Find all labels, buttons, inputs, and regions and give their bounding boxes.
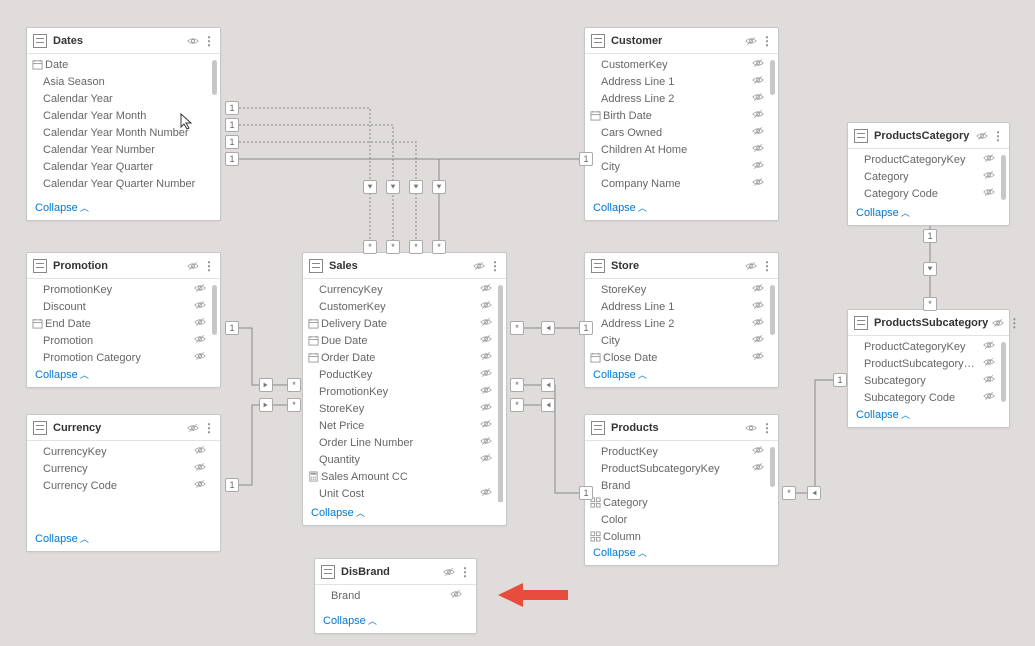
cardinality-marker: 1 <box>225 478 239 492</box>
cardinality-marker: 1 <box>225 152 239 166</box>
cardinality-marker: * <box>409 240 423 254</box>
cardinality-marker: 1 <box>579 152 593 166</box>
filter-direction-marker <box>541 398 555 412</box>
cardinality-marker: * <box>287 398 301 412</box>
filter-direction-marker <box>363 180 377 194</box>
model-canvas[interactable]: Dates⋮DateAsia SeasonCalendar YearCalend… <box>0 0 1035 646</box>
cardinality-marker: 1 <box>225 101 239 115</box>
cardinality-marker: 1 <box>225 118 239 132</box>
cardinality-marker: * <box>510 378 524 392</box>
filter-direction-marker <box>386 180 400 194</box>
cardinality-marker: 1 <box>923 229 937 243</box>
mouse-cursor <box>180 113 194 134</box>
annotation-arrow <box>498 580 568 613</box>
cardinality-marker: * <box>510 321 524 335</box>
cardinality-marker: * <box>432 240 446 254</box>
filter-direction-marker <box>409 180 423 194</box>
filter-direction-marker <box>259 398 273 412</box>
filter-direction-marker <box>432 180 446 194</box>
filter-direction-marker <box>923 262 937 276</box>
cardinality-marker: 1 <box>225 135 239 149</box>
cardinality-marker: * <box>287 378 301 392</box>
cardinality-marker: * <box>363 240 377 254</box>
cardinality-marker: * <box>510 398 524 412</box>
cardinality-marker: * <box>782 486 796 500</box>
filter-direction-marker <box>807 486 821 500</box>
cardinality-marker: 1 <box>579 486 593 500</box>
filter-direction-marker <box>259 378 273 392</box>
filter-direction-marker <box>541 321 555 335</box>
cardinality-marker: * <box>923 297 937 311</box>
cardinality-marker: 1 <box>833 373 847 387</box>
filter-direction-marker <box>541 378 555 392</box>
cardinality-marker: 1 <box>579 321 593 335</box>
cardinality-marker: 1 <box>225 321 239 335</box>
cardinality-marker: * <box>386 240 400 254</box>
